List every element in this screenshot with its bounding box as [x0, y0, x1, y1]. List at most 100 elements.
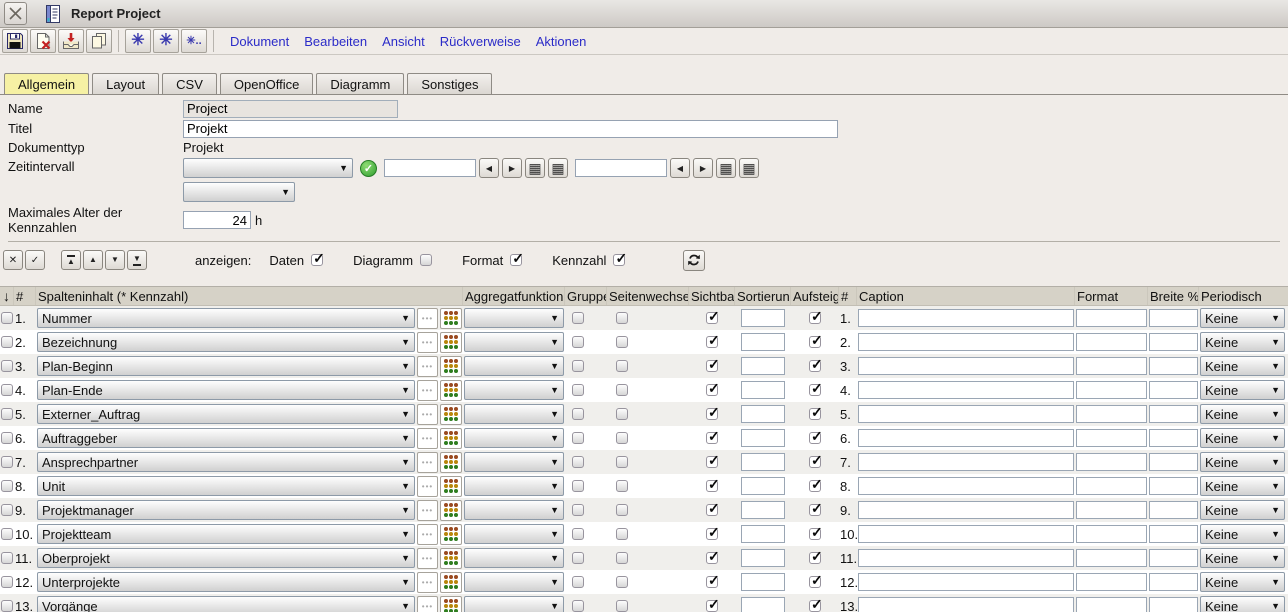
diagramm-checkbox[interactable]: [420, 254, 432, 266]
calendar-button[interactable]: ▦: [548, 158, 568, 178]
sichtbar-checkbox[interactable]: [706, 528, 718, 540]
seitenwechsel-checkbox[interactable]: [616, 384, 628, 396]
kennzahl-grid-button[interactable]: [440, 524, 462, 545]
aufsteigend-checkbox[interactable]: [809, 408, 821, 420]
aggregatfunktion-select[interactable]: ▼: [464, 356, 564, 376]
breite-input[interactable]: [1149, 501, 1198, 519]
spalteninhalt-select[interactable]: Projektteam ▼: [37, 524, 415, 544]
spalteninhalt-select[interactable]: Ansprechpartner ▼: [37, 452, 415, 472]
periodisch-select[interactable]: Keine ▼: [1200, 500, 1285, 520]
gruppe-checkbox[interactable]: [572, 576, 584, 588]
row-select-checkbox[interactable]: [1, 312, 13, 324]
kennzahl-grid-button[interactable]: [440, 476, 462, 497]
zeitintervall-select[interactable]: ▼: [183, 158, 353, 178]
breite-input[interactable]: [1149, 549, 1198, 567]
sort-down-icon[interactable]: ↓: [3, 288, 10, 304]
calendar-button[interactable]: ▦: [525, 158, 545, 178]
aggregatfunktion-select[interactable]: ▼: [464, 380, 564, 400]
sortierung-input[interactable]: [741, 309, 785, 327]
breite-input[interactable]: [1149, 573, 1198, 591]
tab-openoffice[interactable]: OpenOffice: [220, 73, 314, 94]
sichtbar-checkbox[interactable]: [706, 360, 718, 372]
kennzahl-grid-button[interactable]: [440, 380, 462, 401]
format-input[interactable]: [1076, 429, 1147, 447]
row-select-checkbox[interactable]: [1, 600, 13, 612]
periodisch-select[interactable]: Keine ▼: [1200, 572, 1285, 592]
sichtbar-checkbox[interactable]: [706, 552, 718, 564]
options-button[interactable]: •••: [417, 524, 438, 545]
sichtbar-checkbox[interactable]: [706, 480, 718, 492]
row-select-checkbox[interactable]: [1, 432, 13, 444]
aufsteigend-checkbox[interactable]: [809, 360, 821, 372]
aufsteigend-checkbox[interactable]: [809, 576, 821, 588]
sichtbar-checkbox[interactable]: [706, 336, 718, 348]
kennzahl-grid-button[interactable]: [440, 572, 462, 593]
sortierung-input[interactable]: [741, 405, 785, 423]
delete-button[interactable]: [30, 29, 56, 53]
row-select-checkbox[interactable]: [1, 504, 13, 516]
kennzahl-grid-button[interactable]: [440, 500, 462, 521]
seitenwechsel-checkbox[interactable]: [616, 576, 628, 588]
periodisch-select[interactable]: Keine ▼: [1200, 452, 1285, 472]
spalteninhalt-select[interactable]: Vorgänge ▼: [37, 596, 415, 612]
periodisch-select[interactable]: Keine ▼: [1200, 404, 1285, 424]
aggregatfunktion-select[interactable]: ▼: [464, 452, 564, 472]
breite-input[interactable]: [1149, 429, 1198, 447]
seitenwechsel-checkbox[interactable]: [616, 408, 628, 420]
spalteninhalt-select[interactable]: Plan-Ende ▼: [37, 380, 415, 400]
caption-input[interactable]: [858, 381, 1074, 399]
deselect-all-button[interactable]: ✕: [3, 250, 23, 270]
spalteninhalt-select[interactable]: Projektmanager ▼: [37, 500, 415, 520]
spalteninhalt-select[interactable]: Bezeichnung ▼: [37, 332, 415, 352]
sortierung-input[interactable]: [741, 597, 785, 612]
kennzahl-grid-button[interactable]: [440, 356, 462, 377]
sortierung-input[interactable]: [741, 549, 785, 567]
select-all-button[interactable]: ✓: [25, 250, 45, 270]
sortierung-input[interactable]: [741, 429, 785, 447]
periodisch-select[interactable]: Keine ▼: [1200, 596, 1285, 612]
options-button[interactable]: •••: [417, 380, 438, 401]
sortierung-input[interactable]: [741, 501, 785, 519]
aufsteigend-checkbox[interactable]: [809, 504, 821, 516]
spalteninhalt-select[interactable]: Oberprojekt ▼: [37, 548, 415, 568]
row-select-checkbox[interactable]: [1, 408, 13, 420]
aufsteigend-checkbox[interactable]: [809, 336, 821, 348]
row-select-checkbox[interactable]: [1, 576, 13, 588]
sichtbar-checkbox[interactable]: [706, 600, 718, 612]
aggregatfunktion-select[interactable]: ▼: [464, 596, 564, 612]
spalteninhalt-select[interactable]: Externer_Auftrag ▼: [37, 404, 415, 424]
breite-input[interactable]: [1149, 405, 1198, 423]
options-button[interactable]: •••: [417, 356, 438, 377]
aggregatfunktion-select[interactable]: ▼: [464, 500, 564, 520]
periodisch-select[interactable]: Keine ▼: [1200, 428, 1285, 448]
format-input[interactable]: [1076, 501, 1147, 519]
sichtbar-checkbox[interactable]: [706, 384, 718, 396]
periodisch-select[interactable]: Keine ▼: [1200, 524, 1285, 544]
aggregatfunktion-select[interactable]: ▼: [464, 428, 564, 448]
gruppe-checkbox[interactable]: [572, 456, 584, 468]
tab-allgemein[interactable]: Allgemein: [4, 73, 89, 94]
prev-interval-button[interactable]: ◀: [670, 158, 690, 178]
tab-csv[interactable]: CSV: [162, 73, 217, 94]
row-select-checkbox[interactable]: [1, 384, 13, 396]
aufsteigend-checkbox[interactable]: [809, 432, 821, 444]
options-button[interactable]: •••: [417, 332, 438, 353]
sichtbar-checkbox[interactable]: [706, 408, 718, 420]
next-interval-button[interactable]: ▶: [502, 158, 522, 178]
aggregatfunktion-select[interactable]: ▼: [464, 404, 564, 424]
zeitintervall-von-input[interactable]: [384, 159, 476, 177]
aggregatfunktion-select[interactable]: ▼: [464, 332, 564, 352]
sortierung-input[interactable]: [741, 381, 785, 399]
breite-input[interactable]: [1149, 597, 1198, 612]
sortierung-input[interactable]: [741, 357, 785, 375]
kennzahl-grid-button[interactable]: [440, 308, 462, 329]
format-input[interactable]: [1076, 525, 1147, 543]
breite-input[interactable]: [1149, 309, 1198, 327]
refresh-button[interactable]: [683, 250, 705, 271]
kennzahl-checkbox[interactable]: [613, 254, 625, 266]
seitenwechsel-checkbox[interactable]: [616, 456, 628, 468]
gruppe-checkbox[interactable]: [572, 408, 584, 420]
kennzahl-grid-button[interactable]: [440, 332, 462, 353]
caption-input[interactable]: [858, 429, 1074, 447]
options-button[interactable]: •••: [417, 308, 438, 329]
